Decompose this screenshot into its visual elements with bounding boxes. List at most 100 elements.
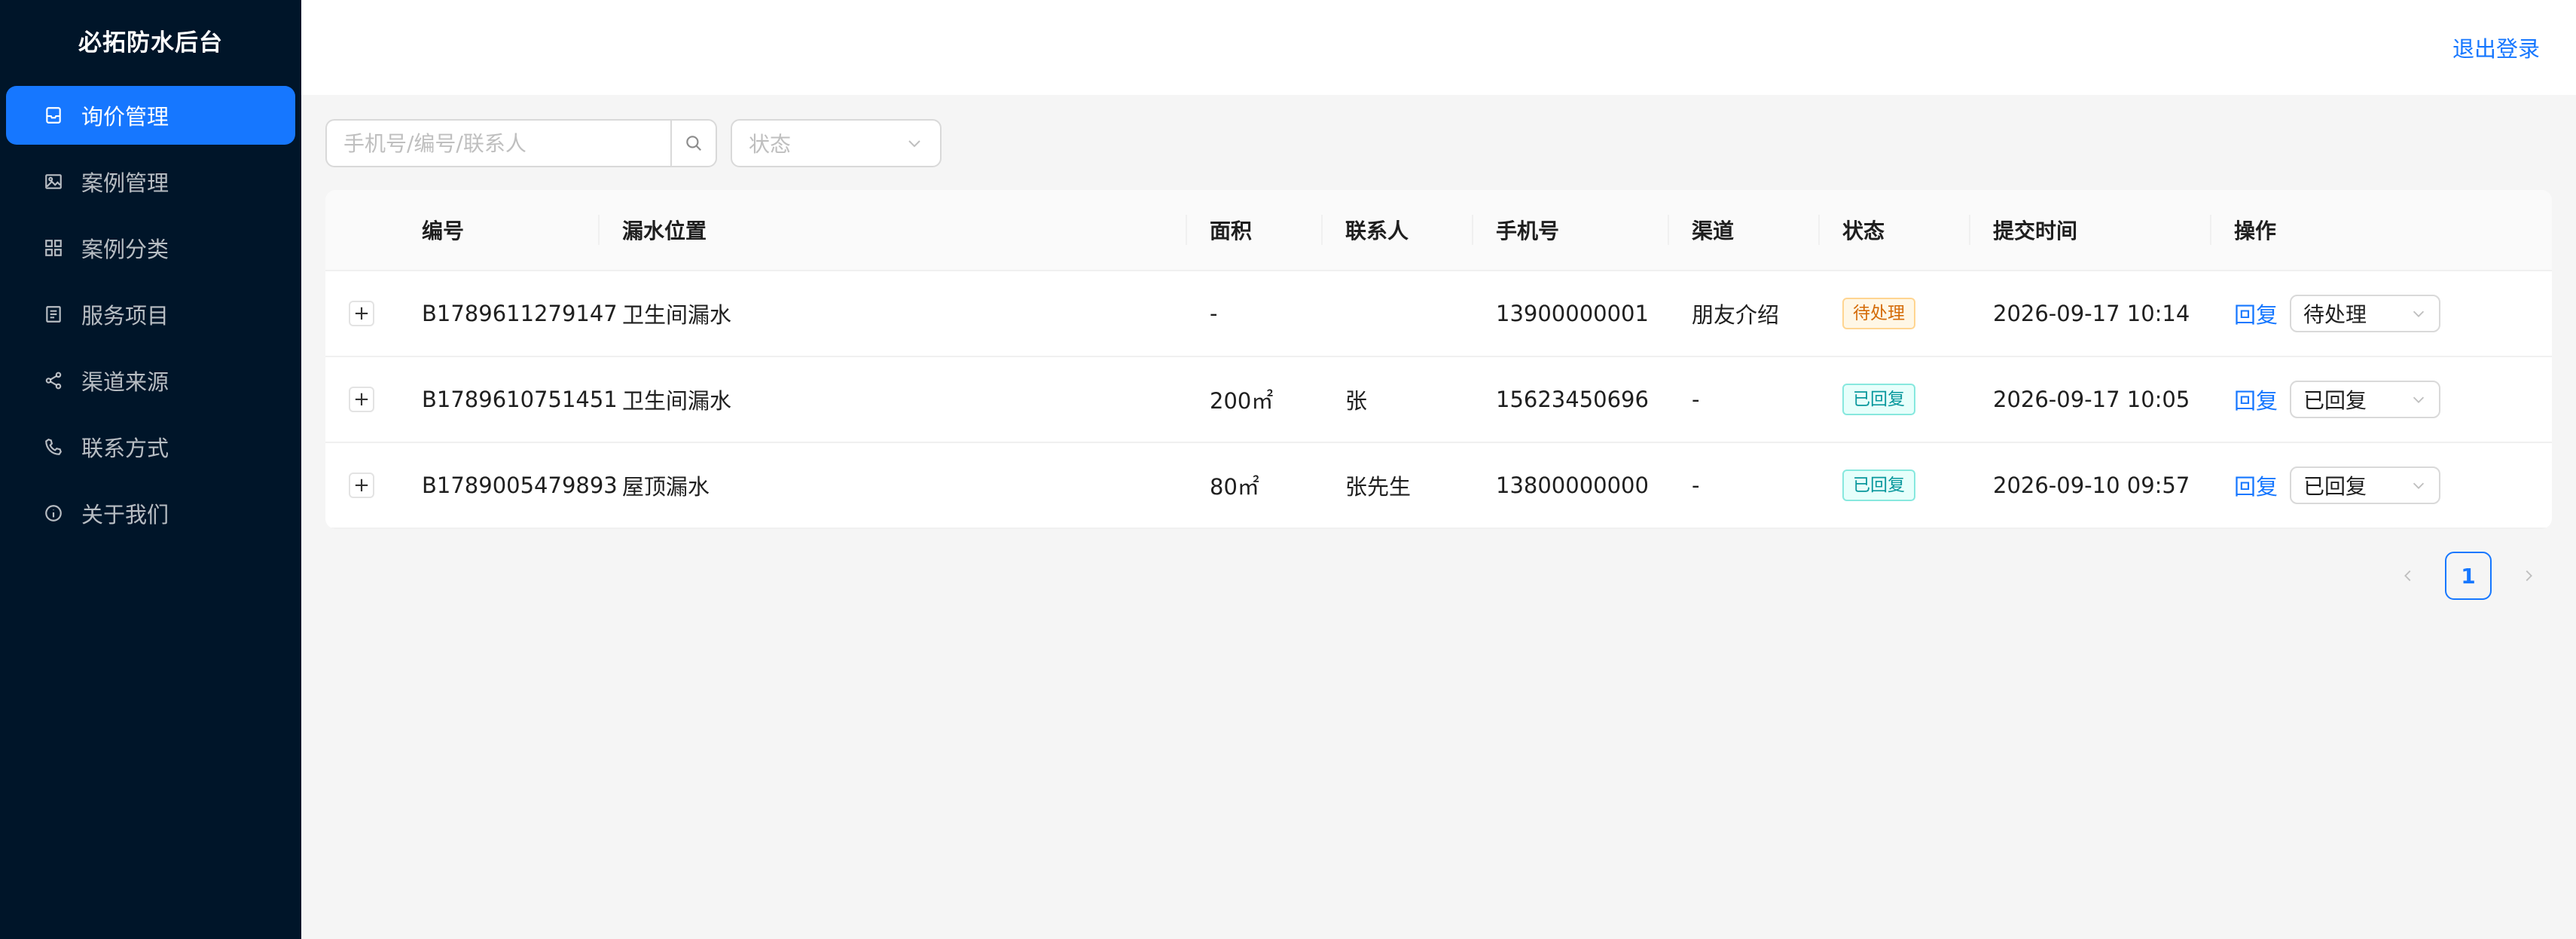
cell-status: 已回复 [1818,443,1969,528]
cell-id: B1789005479893 [422,473,618,498]
sidebar-item-label: 案例管理 [81,170,169,196]
expand-plus-icon[interactable]: + [349,301,374,326]
cell-location: 卫生间漏水 [622,302,732,328]
header-expand [325,190,398,270]
cell-location: 屋顶漏水 [622,474,710,500]
header-area: 面积 [1186,190,1321,270]
cell-area: - [1210,301,1218,326]
sidebar-item-about[interactable]: 关于我们 [6,484,295,543]
profile-icon [42,303,65,326]
row-status-select[interactable]: 已回复 [2290,466,2441,504]
search-icon [686,136,701,151]
cell-phone: 15623450696 [1496,387,1649,412]
chevron-right-icon [2526,570,2532,582]
cell-location: 卫生间漏水 [622,388,732,414]
row-status-select-value: 已回复 [2303,388,2367,413]
sidebar-item-channels[interactable]: 渠道来源 [6,351,295,410]
cell-contact: 张 [1345,388,1368,414]
cell-op: 回复 已回复 [2210,357,2552,442]
filter-bar: 状态 [325,119,2552,167]
search-group [325,119,717,167]
cell-op: 回复 已回复 [2210,443,2552,528]
chevron-down-icon [908,140,920,148]
cell-area: 80㎡ [1210,474,1259,500]
search-button[interactable] [670,119,717,167]
cell-id: B1789611279147 [422,301,618,326]
cell-op: 回复 待处理 [2210,271,2552,356]
status-badge: 待处理 [1842,298,1915,329]
expand-cell: + [325,357,398,442]
expand-cell: + [325,443,398,528]
app-root: 必拓防水后台 询价管理 案例管理 案例分类 服务项目 渠道来源 联系方式 关于我… [0,0,2576,939]
header-status: 状态 [1818,190,1969,270]
sidebar-item-label: 询价管理 [81,104,169,130]
content: 状态 编号 漏水位置 面积 联系人 手机号 渠道 状态 提交时间 操作 [301,95,2576,624]
chevron-down-icon [2413,310,2425,317]
inquiry-table: 编号 漏水位置 面积 联系人 手机号 渠道 状态 提交时间 操作 + B1789… [325,190,2552,529]
phone-icon [42,436,65,458]
sidebar-item-label: 渠道来源 [81,369,169,395]
cell-channel: - [1692,473,1700,498]
chevron-down-icon [2413,482,2425,489]
cell-channel: 朋友介绍 [1692,302,1780,328]
top-header: 退出登录 [301,0,2576,95]
row-status-select-value: 待处理 [2303,302,2367,327]
row-status-select[interactable]: 待处理 [2290,295,2441,332]
table-header: 编号 漏水位置 面积 联系人 手机号 渠道 状态 提交时间 操作 [325,190,2552,271]
row-status-select[interactable]: 已回复 [2290,381,2441,418]
sidebar-item-inquiries[interactable]: 询价管理 [6,86,295,145]
sidebar-item-categories[interactable]: 案例分类 [6,219,295,277]
sidebar-item-label: 联系方式 [81,436,169,461]
prev-page-button[interactable] [2385,552,2431,599]
status-badge: 已回复 [1842,470,1915,501]
sidebar: 必拓防水后台 询价管理 案例管理 案例分类 服务项目 渠道来源 联系方式 关于我… [0,0,301,939]
status-filter-select[interactable]: 状态 [731,119,942,167]
cell-phone: 13800000000 [1496,473,1649,498]
header-id: 编号 [422,219,465,243]
appstore-icon [42,237,65,259]
expand-plus-icon[interactable]: + [349,473,374,498]
pagination: 1 [325,552,2552,600]
header-phone: 手机号 [1472,190,1668,270]
header-channel: 渠道 [1668,190,1818,270]
expand-plus-icon[interactable]: + [349,387,374,412]
header-location: 漏水位置 [598,190,1186,270]
expand-cell: + [325,271,398,356]
sidebar-item-services[interactable]: 服务项目 [6,285,295,344]
share-icon [42,369,65,392]
logout-link[interactable]: 退出登录 [2452,32,2540,63]
cell-status: 待处理 [1818,271,1969,356]
header-time: 提交时间 [1969,190,2210,270]
status-filter-placeholder: 状态 [749,132,792,157]
chevron-down-icon [2413,396,2425,403]
search-input[interactable] [325,119,670,167]
cell-contact: 张先生 [1345,474,1412,500]
table-row: + B1789611279147 卫生间漏水 - 13900000001 朋友介… [325,271,2552,357]
app-title: 必拓防水后台 [78,29,223,57]
table-row: + B1789005479893 屋顶漏水 80㎡ 张先生 1380000000… [325,443,2552,529]
reply-link[interactable]: 回复 [2234,384,2278,415]
cell-area: 200㎡ [1210,388,1274,414]
next-page-button[interactable] [2505,552,2552,599]
cell-channel: - [1692,387,1700,412]
cell-id: B1789610751451 [422,387,618,412]
sidebar-menu: 询价管理 案例管理 案例分类 服务项目 渠道来源 联系方式 关于我们 [0,80,301,556]
table-row: + B1789610751451 卫生间漏水 200㎡ 张 1562345069… [325,357,2552,443]
status-badge: 已回复 [1842,384,1915,415]
reply-link[interactable]: 回复 [2234,298,2278,329]
cell-phone: 13900000001 [1496,301,1649,326]
cell-time: 2026-09-10 09:57 [1993,473,2190,498]
main-area: 退出登录 状态 编号 漏水位置 [301,0,2576,939]
sidebar-item-cases[interactable]: 案例管理 [6,152,295,211]
sidebar-item-contact[interactable]: 联系方式 [6,418,295,476]
header-op: 操作 [2210,190,2552,270]
info-icon [42,502,65,525]
sidebar-item-label: 关于我们 [81,502,169,528]
cell-contact [1321,271,1472,356]
inbox-icon [42,104,65,127]
reply-link[interactable]: 回复 [2234,470,2278,501]
sidebar-item-label: 案例分类 [81,237,169,262]
picture-icon [42,170,65,193]
cell-status: 已回复 [1818,357,1969,442]
page-number-current[interactable]: 1 [2445,552,2492,600]
